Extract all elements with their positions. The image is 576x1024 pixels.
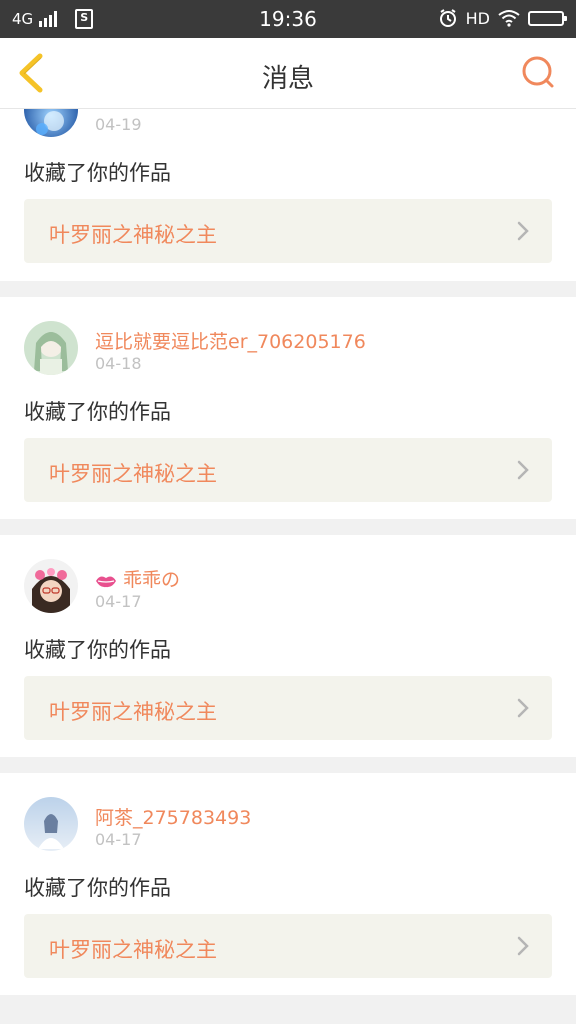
chevron-right-icon (517, 460, 529, 480)
work-link[interactable]: 叶罗丽之神秘之主 (24, 438, 552, 502)
chevron-right-icon (517, 936, 529, 956)
message-list: 04-19 收藏了你的作品 叶罗丽之神秘之主 逗比就要逗比范er_7062051… (0, 109, 576, 1011)
status-right: HD (438, 8, 567, 28)
avatar[interactable] (24, 321, 78, 375)
avatar[interactable] (24, 109, 78, 137)
lips-icon (96, 576, 116, 587)
avatar[interactable] (24, 559, 78, 613)
message-card: 阿茶_275783493 04-17 收藏了你的作品 叶罗丽之神秘之主 (0, 773, 576, 995)
avatar-image (24, 559, 78, 613)
message-card: 乖乖の 04-17 收藏了你的作品 叶罗丽之神秘之主 (0, 535, 576, 757)
message-action: 收藏了你的作品 (24, 400, 171, 424)
search-button[interactable] (520, 54, 556, 90)
work-link[interactable]: 叶罗丽之神秘之主 (24, 676, 552, 740)
username-text: 乖乖の (123, 569, 181, 591)
message-action: 收藏了你的作品 (24, 876, 171, 900)
message-action: 收藏了你的作品 (24, 638, 171, 662)
message-action: 收藏了你的作品 (24, 161, 171, 185)
work-link[interactable]: 叶罗丽之神秘之主 (24, 199, 552, 263)
message-date: 04-18 (95, 354, 142, 373)
work-link[interactable]: 叶罗丽之神秘之主 (24, 914, 552, 978)
chevron-right-icon (517, 221, 529, 241)
username-link[interactable]: 逗比就要逗比范er_706205176 (95, 327, 366, 354)
avatar[interactable] (24, 797, 78, 851)
work-title: 叶罗丽之神秘之主 (49, 223, 217, 247)
message-date: 04-17 (95, 592, 142, 611)
battery-icon (528, 10, 567, 26)
message-date: 04-19 (95, 115, 142, 134)
work-title: 叶罗丽之神秘之主 (49, 938, 217, 962)
work-title: 叶罗丽之神秘之主 (49, 700, 217, 724)
chevron-right-icon (517, 698, 529, 718)
search-icon (522, 56, 554, 88)
work-title: 叶罗丽之神秘之主 (49, 462, 217, 486)
message-card: 逗比就要逗比范er_706205176 04-18 收藏了你的作品 叶罗丽之神秘… (0, 297, 576, 519)
message-date: 04-17 (95, 830, 142, 849)
alarm-icon (439, 9, 456, 27)
hd-label: HD (465, 8, 490, 28)
wifi-icon (498, 10, 520, 27)
username-link[interactable]: 乖乖の (95, 565, 180, 592)
message-card: 04-19 收藏了你的作品 叶罗丽之神秘之主 (0, 109, 576, 281)
avatar-image (24, 321, 78, 375)
avatar-image (24, 109, 78, 137)
nav-header: 消息 (0, 38, 576, 109)
username-link[interactable]: 阿茶_275783493 (95, 803, 251, 830)
page-title: 消息 (261, 64, 314, 94)
status-bar: 4G S 19:36 HD (0, 0, 576, 38)
avatar-image (24, 797, 78, 851)
